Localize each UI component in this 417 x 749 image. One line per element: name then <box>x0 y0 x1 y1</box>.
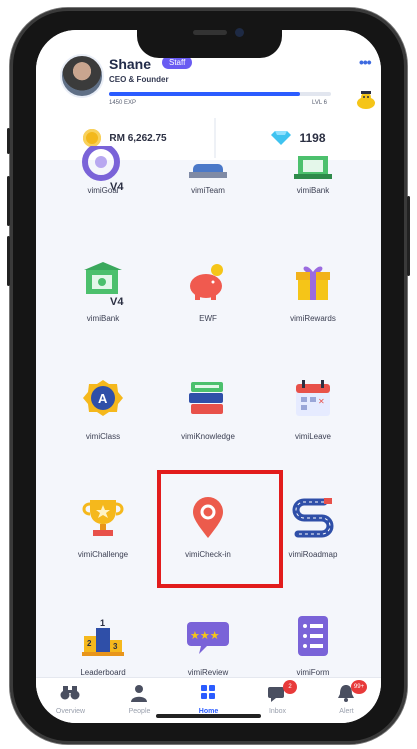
class-badge-icon: A <box>83 380 123 416</box>
roadmap-icon <box>292 498 334 538</box>
calendar-icon: ✕ <box>296 380 330 416</box>
svg-text:1: 1 <box>100 618 105 628</box>
coin-icon <box>83 129 102 147</box>
svg-text:A: A <box>98 391 108 406</box>
app-tile-vimileave[interactable]: ✕ vimiLeave <box>263 378 363 478</box>
person-icon <box>131 685 147 702</box>
alert-badge: 99+ <box>351 680 367 694</box>
app-screen: Shane Staff CEO & Founder ••• 1450 EXP L… <box>36 30 381 723</box>
level-label: LVL 6 <box>312 100 328 106</box>
user-name: Shane <box>109 56 152 72</box>
trophy-icon <box>82 500 124 536</box>
more-options-icon[interactable]: ••• <box>359 54 372 70</box>
app-label: Leaderboard <box>80 668 126 677</box>
binoculars-icon <box>60 686 80 700</box>
app-label: vimiChallenge <box>77 550 129 559</box>
form-icon <box>298 616 328 656</box>
bank-v4-icon: V4 <box>84 262 124 306</box>
diamond-icon <box>271 131 292 145</box>
piggy-bank-icon <box>190 264 223 300</box>
app-label: vimiClass <box>85 432 121 441</box>
inbox-badge: 2 <box>283 680 297 694</box>
nav-label: Alert <box>339 708 354 715</box>
svg-text:★★★: ★★★ <box>190 629 220 642</box>
avatar[interactable] <box>60 54 104 98</box>
app-tile-vimiteam[interactable]: vimiTeam <box>158 146 258 246</box>
app-tile-vimirewards[interactable]: vimiRewards <box>263 260 363 360</box>
svg-text:V4: V4 <box>110 296 124 306</box>
app-label: vimiReview <box>187 668 229 677</box>
xp-progress-bar <box>109 92 331 96</box>
diamond-count: 1198 <box>299 131 326 145</box>
phone-notch <box>137 22 282 58</box>
books-icon <box>189 382 223 414</box>
home-indicator[interactable] <box>156 714 261 718</box>
app-tile-vimiknowledge[interactable]: vimiKnowledge <box>158 378 258 478</box>
svg-text:3: 3 <box>113 642 118 651</box>
user-title: CEO & Founder <box>109 75 169 84</box>
app-label: vimiForm <box>296 668 330 677</box>
gift-icon <box>296 266 330 300</box>
xp-label: 1450 EXP <box>109 100 137 106</box>
app-tile-vimiclass[interactable]: A vimiClass <box>53 378 153 478</box>
app-tile-ewf[interactable]: EWF <box>158 260 258 360</box>
app-tile-vimichallenge[interactable]: vimiChallenge <box>53 496 153 596</box>
app-label: vimiLeave <box>294 432 331 441</box>
svg-text:✕: ✕ <box>318 397 325 406</box>
app-grid: V4 vimiGoal vimiTeam vimiBank V4 vimiBan… <box>36 146 381 680</box>
highlight-box <box>157 470 283 588</box>
app-label: vimiGoal <box>87 186 119 195</box>
app-label: vimiBank <box>296 186 330 195</box>
svg-text:2: 2 <box>87 639 92 648</box>
home-grid-icon <box>201 685 215 699</box>
nav-label: Overview <box>55 708 86 715</box>
xp-progress-fill <box>109 92 300 96</box>
app-tile-vimigoal[interactable]: V4 vimiGoal <box>53 146 153 246</box>
app-label: vimiRewards <box>290 314 336 323</box>
nav-overview[interactable]: Overview <box>36 682 105 722</box>
stars-review-icon: ★★★ <box>187 622 229 654</box>
podium-icon: 1 2 3 <box>82 618 124 656</box>
app-tile-vimibank[interactable]: vimiBank <box>263 146 363 246</box>
balance-value: RM 6,262.75 <box>109 132 167 144</box>
mascot-icon[interactable] <box>355 88 377 110</box>
app-tile-vimibank-v4[interactable]: V4 vimiBank <box>53 260 153 360</box>
app-label: EWF <box>199 314 217 323</box>
nav-alert[interactable]: 99+ Alert <box>312 680 381 722</box>
app-label: vimiBank <box>86 314 120 323</box>
app-label: vimiTeam <box>191 186 225 195</box>
app-label: vimiKnowledge <box>181 432 235 441</box>
